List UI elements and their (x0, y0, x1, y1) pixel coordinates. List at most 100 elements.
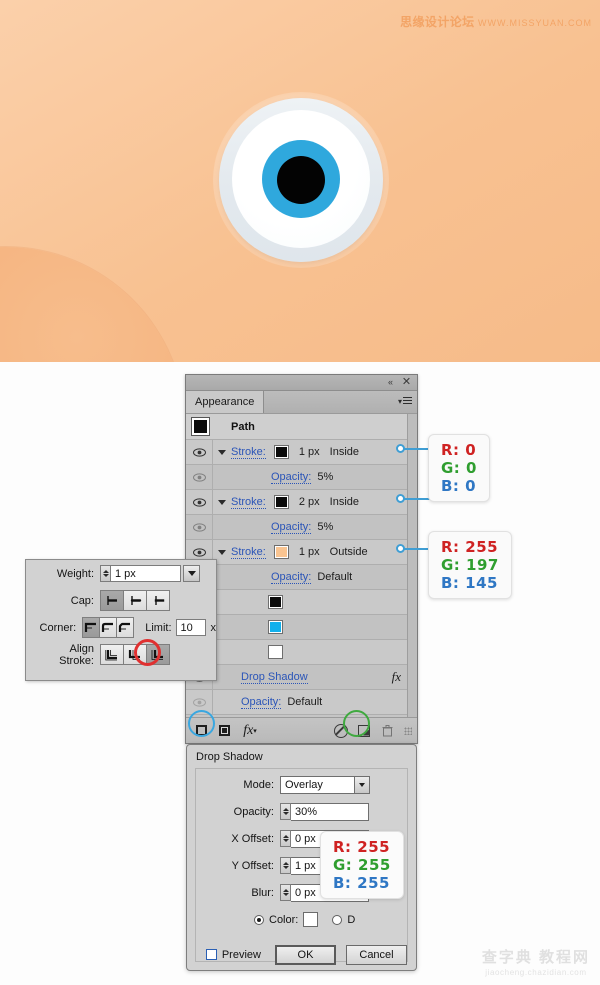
opacity-label[interactable]: Opacity: (271, 571, 312, 584)
delete-item-button[interactable] (377, 722, 397, 740)
darkness-radio[interactable] (332, 914, 343, 925)
weight-input[interactable]: 1 px (111, 565, 181, 582)
add-new-fill-button[interactable] (214, 722, 234, 740)
stroke-align-value[interactable]: Inside (330, 446, 359, 458)
leader-dot-skin (396, 544, 405, 553)
stroke-weight-value[interactable]: 2 px (299, 496, 320, 508)
limit-input[interactable]: 10 (175, 619, 206, 636)
opacity-label[interactable]: Opacity: (241, 696, 282, 709)
weight-dropdown-icon[interactable] (183, 565, 200, 582)
resize-grip[interactable] (404, 726, 412, 735)
fill-color-swatch[interactable] (268, 620, 283, 634)
leader-line-skin (401, 548, 431, 550)
panel-menu-icon[interactable]: ▾ (398, 396, 412, 407)
y-offset-stepper[interactable] (280, 857, 291, 874)
drop-shadow-label[interactable]: Drop Shadow (241, 671, 308, 684)
appearance-row-opacity-4[interactable]: Opacity: Default (186, 690, 408, 715)
cap-label: Cap: (70, 594, 94, 607)
preview-checkbox[interactable] (206, 949, 217, 960)
y-offset-label: Y Offset: (231, 859, 274, 872)
weight-stepper[interactable] (100, 565, 111, 582)
stroke-color-swatch[interactable] (273, 445, 289, 459)
ok-button[interactable]: OK (274, 944, 336, 965)
fill-color-swatch[interactable] (268, 595, 283, 609)
opacity-value[interactable]: Default (317, 571, 352, 583)
color-radio[interactable] (254, 914, 264, 925)
fill-color-swatch[interactable] (268, 645, 283, 659)
panel-body: Path Stroke: 1 px Inside Opacity: 5% Str… (186, 413, 417, 717)
stroke-weight-value[interactable]: 1 px (299, 446, 320, 458)
preview-label: Preview (221, 948, 261, 961)
rgb-skin-b: B: 145 (441, 574, 498, 592)
appearance-row-stroke-2[interactable]: Stroke: 2 px Inside (186, 490, 408, 515)
shadow-color-swatch[interactable] (303, 912, 319, 927)
projecting-cap-button[interactable] (146, 590, 170, 611)
opacity-value[interactable]: Default (287, 696, 322, 708)
path-thumbnail (191, 417, 210, 436)
eye-visible-icon (192, 497, 206, 507)
add-effect-button[interactable]: fx ▾ (237, 722, 263, 740)
opacity-label[interactable]: Opacity: (271, 521, 312, 534)
stroke-align-value[interactable]: Inside (330, 496, 359, 508)
fill-swatch-wrap[interactable] (231, 620, 283, 634)
appearance-row-stroke-1[interactable]: Stroke: 1 px Inside (186, 440, 408, 465)
appearance-row-stroke-3[interactable]: Stroke: 1 px Outside (186, 540, 408, 565)
disclosure-triangle[interactable] (213, 549, 231, 555)
appearance-row-opacity-2[interactable]: Opacity: 5% (186, 515, 408, 540)
visibility-toggle[interactable] (186, 465, 213, 489)
mode-select[interactable]: Overlay (280, 775, 355, 794)
artboard-illustration: 思缘设计论坛 WWW.MISSYUAN.COM (0, 0, 600, 362)
stroke-label[interactable]: Stroke: (231, 446, 266, 459)
appearance-row-drop-shadow[interactable]: Drop Shadow fx (186, 665, 408, 690)
x-offset-stepper[interactable] (280, 830, 291, 847)
menu-lines-icon (403, 397, 412, 406)
butt-cap-button[interactable] (100, 590, 124, 611)
stroke-weight-value[interactable]: 1 px (299, 546, 320, 558)
stroke-swatch-wrap[interactable] (266, 495, 289, 509)
bevel-join-button[interactable] (116, 617, 135, 638)
round-join-button[interactable] (99, 617, 118, 638)
cancel-button[interactable]: Cancel (346, 944, 407, 965)
opacity-input[interactable]: 30% (291, 802, 369, 821)
tab-appearance-label: Appearance (195, 396, 255, 408)
rgb-black-b: B: 0 (441, 477, 477, 495)
limit-label: Limit: (145, 621, 172, 634)
opacity-stepper[interactable] (280, 803, 291, 820)
stroke-label[interactable]: Stroke: (231, 546, 266, 559)
appearance-row-opacity-1[interactable]: Opacity: 5% (186, 465, 408, 490)
stroke-label[interactable]: Stroke: (231, 496, 266, 509)
stroke-color-swatch[interactable] (273, 495, 289, 509)
disclosure-triangle[interactable] (213, 449, 231, 455)
close-icon[interactable]: ✕ (400, 376, 413, 389)
mode-dropdown-icon[interactable] (355, 775, 370, 794)
opacity-value[interactable]: 5% (317, 471, 333, 483)
panel-tab-row: Appearance ▾ (186, 391, 417, 414)
disclosure-triangle[interactable] (213, 499, 231, 505)
visibility-toggle[interactable] (186, 490, 213, 514)
stroke-color-swatch[interactable] (273, 545, 289, 559)
blur-stepper[interactable] (280, 884, 291, 901)
appearance-row-swatch-black[interactable] (186, 590, 408, 615)
tab-appearance[interactable]: Appearance (186, 391, 265, 413)
collapse-icon[interactable]: « (384, 376, 397, 389)
round-cap-button[interactable] (123, 590, 147, 611)
opacity-row: Opacity: 30% (196, 800, 407, 823)
appearance-row-opacity-3[interactable]: Opacity: Default (186, 565, 408, 590)
appearance-row-swatch-blue[interactable] (186, 615, 408, 640)
visibility-toggle[interactable] (186, 515, 213, 539)
stroke-swatch-wrap[interactable] (266, 445, 289, 459)
appearance-row-swatch-white[interactable] (186, 640, 408, 665)
miter-join-button[interactable] (82, 617, 101, 638)
appearance-header-row[interactable]: Path (186, 414, 408, 440)
fill-swatch-wrap[interactable] (231, 645, 283, 659)
fx-icon[interactable]: fx (392, 669, 401, 685)
stroke-align-value[interactable]: Outside (330, 546, 368, 558)
stroke-swatch-wrap[interactable] (266, 545, 289, 559)
panel-scrollbar[interactable] (407, 414, 417, 717)
panel-titlebar[interactable]: « ✕ (186, 375, 417, 391)
align-center-button[interactable] (100, 644, 124, 665)
visibility-toggle[interactable] (186, 440, 213, 464)
fill-swatch-wrap[interactable] (231, 595, 283, 609)
opacity-label[interactable]: Opacity: (271, 471, 312, 484)
opacity-value[interactable]: 5% (317, 521, 333, 533)
